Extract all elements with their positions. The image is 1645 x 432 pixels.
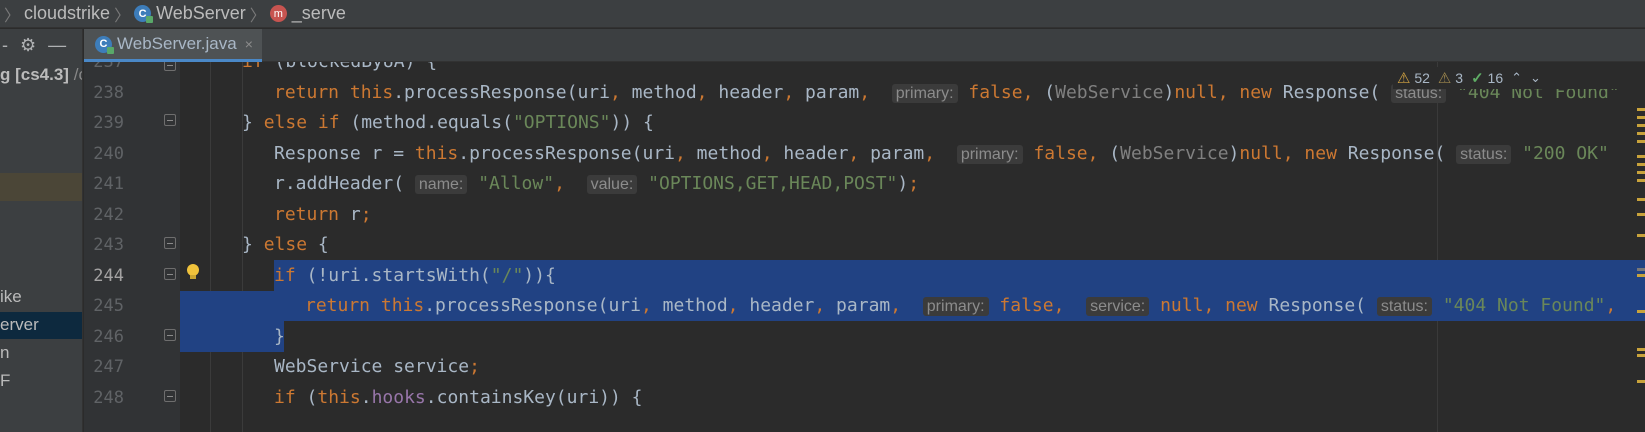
breadcrumb-item-class[interactable]: C WebServer [134,3,246,24]
warning-mark[interactable] [1637,116,1645,119]
breadcrumb-label-package: cloudstrike [24,3,111,23]
warnings-count[interactable]: ⚠ 52 [1397,69,1430,87]
warning-icon: ⚠ [1397,70,1411,87]
editor-tab-bar: C WebServer.java × [84,29,1645,62]
project-tree-item[interactable]: F [0,371,10,391]
code-line: 243 } else { [93,234,329,255]
method-icon: m [269,5,287,22]
code-line: 245 return this.processResponse(uri, met… [93,295,1617,316]
error-stripe[interactable] [1635,62,1645,432]
warning-mark[interactable] [1637,234,1645,237]
project-tree-item[interactable]: ike [0,287,22,307]
warning-mark[interactable] [1637,179,1645,182]
warning-mark[interactable] [1637,140,1645,143]
warning-mark[interactable] [1637,310,1645,313]
weak-warnings-count[interactable]: ⚠ 3 [1438,69,1463,87]
tab-label: WebServer.java [117,34,237,53]
code-line: 241 r.addHeader( name: "Allow", value: "… [93,173,920,194]
warning-mark[interactable] [1637,354,1645,357]
close-icon[interactable]: × [245,36,253,52]
breadcrumb-separator: 〉 [114,7,131,25]
warning-mark[interactable] [1637,124,1645,127]
warning-mark[interactable] [1637,380,1645,383]
warning-mark[interactable] [1637,348,1645,351]
project-toolbar: ‑ ⚙ — [0,29,82,62]
collapse-icon[interactable]: ‑ [2,35,8,56]
breadcrumb-item-method[interactable]: m _serve [269,3,346,24]
code-line: 242 return r; [93,203,372,225]
warning-mark[interactable] [1637,274,1645,277]
breadcrumb: 〉 cloudstrike 〉 C WebServer 〉 m _serve [0,0,1645,28]
breadcrumb-label-method: _serve [291,3,346,23]
warning-mark[interactable] [1637,132,1645,135]
project-tree-highlight [0,173,82,201]
tab-webserver-java[interactable]: C WebServer.java × [84,29,262,62]
weak-warning-icon: ⚠ [1437,70,1452,87]
minimize-icon[interactable]: — [48,35,66,56]
code-editor[interactable]: 237 if (blockedByUA) { 238 return this.p… [84,62,1645,432]
warning-mark[interactable] [1637,198,1645,201]
code-line: 240 Response r = this.processResponse(ur… [93,142,1609,164]
code-line: 247 WebService service; [93,356,480,377]
class-icon: C [95,35,114,54]
ok-count[interactable]: ✓ 16 [1471,69,1503,87]
warning-mark[interactable] [1637,108,1645,111]
warning-mark[interactable] [1637,163,1645,166]
code-line: 239 } else if (method.equals("OPTIONS"))… [93,112,654,133]
project-panel: ‑ ⚙ — g [cs4.3] /c ike erver n F [0,29,83,432]
breadcrumb-separator: 〉 [249,7,266,25]
inspection-widget[interactable]: ⚠ 52 ⚠ 3 ✓ 16 ⌃ ⌄ [1393,67,1645,89]
warning-mark[interactable] [1637,213,1645,216]
code-line: 246 } [93,325,285,347]
breadcrumb-separator: 〉 [4,7,21,25]
breadcrumb-item-package[interactable]: cloudstrike [24,3,110,24]
warning-mark[interactable] [1637,171,1645,174]
info-mark[interactable] [1637,268,1645,271]
project-tree-item[interactable]: g [cs4.3] /c [0,65,82,85]
class-icon: C [134,5,154,23]
code-line-current: 244 if (!uri.startsWith("/")){ [93,264,556,286]
code-line: 248 if (this.hooks.containsKey(uri)) { [93,386,643,408]
gear-icon[interactable]: ⚙ [20,35,36,56]
chevron-up-icon[interactable]: ⌃ [1511,70,1522,86]
warning-mark[interactable] [1637,155,1645,158]
breadcrumb-label-class: WebServer [156,3,246,23]
check-icon: ✓ [1471,70,1484,87]
project-tree-item-selected[interactable]: erver [0,315,39,335]
project-tree-item[interactable]: n [0,343,9,363]
chevron-down-icon[interactable]: ⌄ [1530,70,1541,86]
